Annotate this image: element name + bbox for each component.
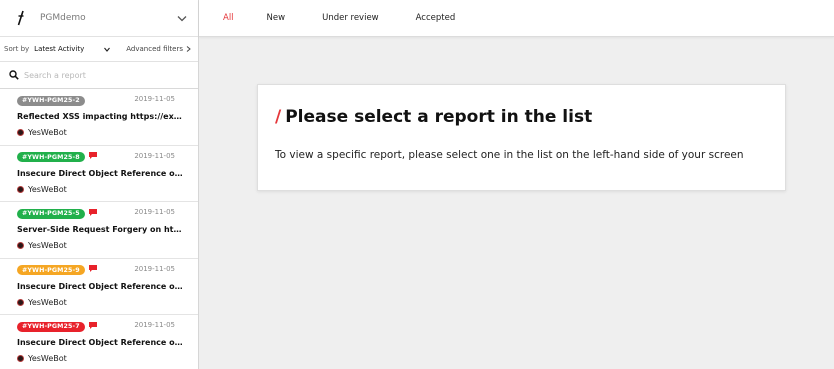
- chevron-right-icon: [186, 46, 192, 52]
- list-item[interactable]: #YWH-PGM25-2 2019-11-05 Reflected XSS impa…: [0, 89, 198, 146]
- report-date: 2019-11-05: [134, 264, 175, 273]
- search-input[interactable]: [24, 70, 184, 80]
- report-title: Insecure Direct Object Reference on http…: [17, 338, 183, 347]
- report-title: Insecure Direct Object Reference on http…: [17, 281, 183, 291]
- report-date: 2019-11-05: [134, 321, 175, 329]
- report-id-badge: #YWH-PGM25-9: [17, 265, 85, 275]
- slash-accent: /: [275, 107, 282, 127]
- report-title: Reflected XSS impacting https://example.…: [17, 112, 183, 121]
- tab-new[interactable]: New: [267, 13, 286, 23]
- tab-accepted[interactable]: Accepted: [416, 13, 456, 23]
- author-name: YesWeBot: [28, 128, 67, 137]
- report-author: YesWeBot: [17, 241, 188, 250]
- program-name: PGMdemo: [40, 13, 86, 23]
- tab-all[interactable]: All: [223, 13, 234, 23]
- sort-select[interactable]: Latest Activity: [34, 45, 84, 53]
- report-date: 2019-11-05: [134, 95, 175, 103]
- comment-icon: [88, 151, 98, 160]
- report-author: YesWeBot: [17, 354, 188, 363]
- report-title: Server-Side Request Forgery on https://a…: [17, 225, 183, 234]
- list-item[interactable]: #YWH-PGM25-7 2019-11-05 Insecure Direct Ob…: [0, 315, 198, 369]
- empty-state-text: To view a specific report, please select…: [275, 149, 744, 161]
- report-id-badge: #YWH-PGM25-5: [17, 208, 85, 219]
- program-selector[interactable]: PGMdemo: [0, 0, 198, 37]
- report-list: #YWH-PGM25-2 2019-11-05 Reflected XSS impa…: [0, 89, 198, 369]
- report-author: YesWeBot: [17, 185, 188, 194]
- tab-under-review[interactable]: Under review: [322, 13, 379, 23]
- report-author: YesWeBot: [17, 298, 188, 307]
- author-name: YesWeBot: [28, 297, 67, 307]
- list-item[interactable]: #YWH-PGM25-5 2019-11-05 Server-Side Reques…: [0, 202, 198, 259]
- empty-state-card: / Please select a report in the list To …: [257, 84, 786, 191]
- comment-icon: [88, 264, 98, 273]
- list-item[interactable]: #YWH-PGM25-8 2019-11-05 Insecure Direct Ob…: [0, 146, 198, 202]
- author-name: YesWeBot: [28, 354, 67, 363]
- list-item[interactable]: #YWH-PGM25-9 2019-11-05 Insecure Direct Ob…: [0, 259, 198, 315]
- report-id-badge: #YWH-PGM25-7: [17, 321, 85, 332]
- report-id-badge: #YWH-PGM25-8: [17, 152, 85, 162]
- status-tabs: All New Under review Accepted: [199, 0, 834, 37]
- search-bar: [0, 61, 198, 89]
- report-author: YesWeBot: [17, 128, 188, 137]
- report-title: Insecure Direct Object Reference on http…: [17, 168, 183, 178]
- report-date: 2019-11-05: [134, 208, 175, 216]
- author-name: YesWeBot: [28, 184, 67, 194]
- sidebar: PGMdemo Sort by Latest Activity Advanced…: [0, 0, 199, 369]
- report-id-badge: #YWH-PGM25-2: [17, 95, 85, 106]
- advanced-filters-link[interactable]: Advanced filters: [126, 45, 192, 53]
- sort-bar: Sort by Latest Activity Advanced filters: [0, 37, 198, 61]
- avatar: [17, 298, 24, 306]
- avatar: [17, 242, 24, 249]
- sort-label: Sort by: [4, 45, 30, 53]
- empty-state-title: Please select a report in the list: [285, 107, 593, 127]
- chevron-down-icon[interactable]: [176, 12, 188, 24]
- avatar: [17, 129, 24, 136]
- empty-state-heading: / Please select a report in the list: [275, 107, 768, 127]
- comment-icon: [88, 321, 98, 330]
- comment-icon: [88, 208, 98, 217]
- yeswehack-logo-icon: [14, 9, 28, 27]
- advanced-filters-label: Advanced filters: [126, 45, 183, 53]
- author-name: YesWeBot: [28, 241, 67, 250]
- report-date: 2019-11-05: [134, 151, 175, 160]
- avatar: [17, 355, 24, 362]
- search-icon: [9, 70, 20, 81]
- avatar: [17, 185, 24, 193]
- chevron-down-icon[interactable]: [104, 45, 112, 53]
